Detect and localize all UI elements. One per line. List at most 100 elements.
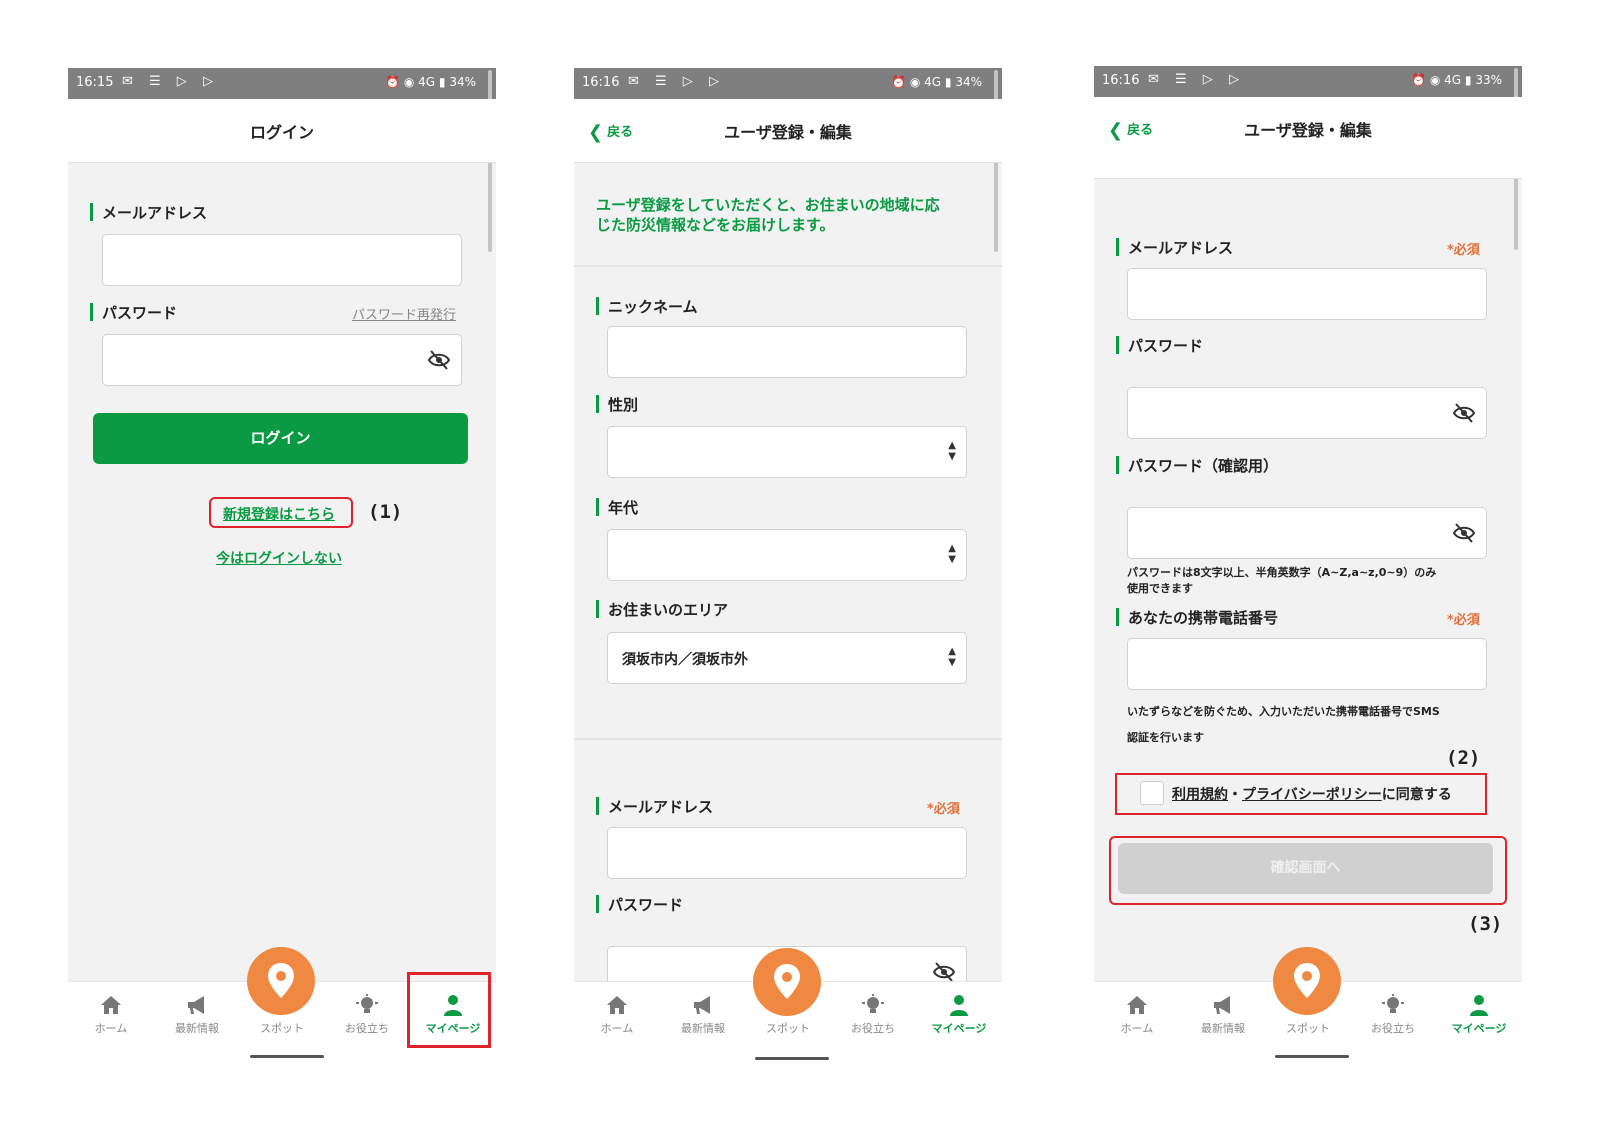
status-right: ⏰ ◉ 4G ▮ 33%	[1411, 73, 1502, 87]
status-bar: 16:16 ✉ ☰ ▷ ▷ ⏰ ◉ 4G ▮ 33%	[1094, 66, 1522, 97]
gender-select[interactable]: ▲ ▼	[607, 426, 967, 478]
note-line: 使用できます	[1127, 582, 1193, 595]
nickname-field[interactable]	[607, 326, 967, 378]
consent-text: 利用規約・プライバシーポリシーに同意する	[1172, 784, 1452, 804]
tab-home[interactable]: ホーム	[574, 982, 660, 1051]
annotation-2: (2)	[1446, 747, 1481, 769]
battery-level: 34%	[449, 75, 476, 89]
intro-line: じた防災情報などをお届けします。	[596, 216, 835, 234]
tab-mypage[interactable]: マイページ	[1436, 982, 1522, 1051]
system-icons: ⏰ ◉ 4G	[1411, 73, 1462, 87]
tab-label: お役立ち	[1371, 1022, 1415, 1035]
spot-button[interactable]	[1273, 947, 1341, 1015]
password-label: パスワード	[90, 302, 177, 323]
header: ❮ 戻る ユーザ登録・編集	[1094, 97, 1522, 179]
password-label: パスワード	[596, 894, 683, 915]
annotation-3: (3)	[1468, 913, 1503, 935]
tab-label: 最新情報	[1201, 1022, 1245, 1035]
tab-news[interactable]: 最新情報	[154, 982, 240, 1051]
register-link[interactable]: 新規登録はこちら	[223, 504, 335, 524]
age-select[interactable]: ▲ ▼	[607, 529, 967, 581]
page-title: ユーザ登録・編集	[1244, 121, 1372, 140]
email-field[interactable]	[102, 234, 462, 286]
email-field[interactable]	[1127, 268, 1487, 320]
annotation-1: (1)	[368, 501, 403, 523]
required-badge: *必須	[1447, 243, 1480, 258]
nickname-label: ニックネーム	[596, 296, 698, 317]
page-title: ユーザ登録・編集	[724, 123, 852, 142]
eye-slash-icon[interactable]	[427, 349, 451, 371]
status-right: ⏰ ◉ 4G ▮ 34%	[385, 75, 476, 89]
map-pin-icon	[1294, 963, 1320, 998]
tab-label: お役立ち	[345, 1022, 389, 1035]
password-reissue-link[interactable]: パスワード再発行	[352, 304, 456, 323]
phone-label: あなたの携帯電話番号	[1116, 607, 1278, 628]
area-select[interactable]: 須坂市内／須坂市外 ▲ ▼	[607, 632, 967, 684]
home-indicator	[755, 1057, 829, 1060]
tab-news[interactable]: 最新情報	[660, 982, 746, 1051]
confirm-button[interactable]: 確認画面へ	[1118, 843, 1493, 894]
required-badge: *必須	[1447, 613, 1480, 628]
phone-note: いたずらなどを防ぐため、入力いただいた携帯電話番号でSMS 認証を行います	[1127, 699, 1507, 751]
battery-level: 33%	[1475, 73, 1502, 87]
required-badge: *必須	[927, 802, 960, 817]
tab-label: スポット	[1286, 1022, 1330, 1035]
home-icon	[101, 996, 121, 1014]
password-label: パスワード	[1116, 335, 1203, 356]
password-field[interactable]	[1127, 387, 1487, 439]
phone-field[interactable]	[1127, 638, 1487, 690]
age-label: 年代	[596, 497, 638, 518]
notification-icons: ✉ ☰ ▷ ▷	[628, 74, 725, 89]
gender-label: 性別	[596, 394, 638, 415]
tab-label: マイページ	[1451, 1022, 1507, 1035]
registration-screen-bottom: 16:16 ✉ ☰ ▷ ▷ ⏰ ◉ 4G ▮ 33% ❮ 戻る ユーザ登録・編集 …	[1094, 66, 1522, 1051]
tab-useful[interactable]: お役立ち	[830, 982, 916, 1051]
terms-link[interactable]: 利用規約	[1172, 787, 1228, 803]
login-screen: 16:15 ✉ ☰ ▷ ▷ ⏰ ◉ 4G ▮ 34% ログイン メールアドレス …	[68, 68, 496, 1051]
megaphone-icon	[188, 996, 204, 1014]
header: ❮ 戻る ユーザ登録・編集	[574, 99, 1002, 163]
privacy-policy-link[interactable]: プライバシーポリシー	[1242, 787, 1382, 803]
tab-useful[interactable]: お役立ち	[324, 982, 410, 1051]
home-indicator	[250, 1055, 324, 1058]
login-button[interactable]: ログイン	[93, 413, 468, 464]
separator: ・	[1228, 787, 1242, 803]
registration-screen-top: 16:16 ✉ ☰ ▷ ▷ ⏰ ◉ 4G ▮ 34% ❮ 戻る ユーザ登録・編集 …	[574, 68, 1002, 1051]
spot-button[interactable]	[753, 948, 821, 1016]
email-label: メールアドレス	[90, 202, 207, 223]
spot-button[interactable]	[247, 947, 315, 1015]
password-field[interactable]	[102, 334, 462, 386]
tab-home[interactable]: ホーム	[1094, 982, 1180, 1051]
password-confirm-label: パスワード（確認用）	[1116, 455, 1278, 476]
email-field[interactable]	[607, 827, 967, 879]
tab-label: スポット	[260, 1022, 304, 1035]
tab-useful[interactable]: お役立ち	[1350, 982, 1436, 1051]
tab-label: 最新情報	[175, 1022, 219, 1035]
lightbulb-icon	[862, 994, 884, 1013]
tab-mypage[interactable]: マイページ	[916, 982, 1002, 1051]
eye-slash-icon[interactable]	[1452, 402, 1476, 424]
password-note: パスワードは8文字以上、半角英数字（A~Z,a~z,0~9）のみ 使用できます	[1127, 565, 1507, 597]
tab-news[interactable]: 最新情報	[1180, 982, 1266, 1051]
notification-icons: ✉ ☰ ▷ ▷	[122, 74, 219, 89]
lightbulb-icon	[1382, 994, 1404, 1013]
megaphone-icon	[694, 996, 710, 1014]
eye-slash-icon[interactable]	[932, 961, 956, 983]
map-pin-icon	[774, 964, 800, 999]
user-icon	[950, 995, 968, 1016]
tab-label: ホーム	[94, 1022, 128, 1035]
header: ログイン	[68, 99, 496, 163]
skip-login-link[interactable]: 今はログインしない	[216, 548, 342, 568]
select-arrows-icon: ▲ ▼	[948, 646, 956, 668]
password-confirm-field[interactable]	[1127, 507, 1487, 559]
home-icon	[1127, 996, 1147, 1014]
eye-slash-icon[interactable]	[1452, 522, 1476, 544]
map-pin-icon	[268, 963, 294, 998]
status-time: 16:16	[582, 75, 620, 90]
email-label: メールアドレス	[596, 796, 713, 817]
tab-label: ホーム	[1120, 1022, 1154, 1035]
tab-home[interactable]: ホーム	[68, 982, 154, 1051]
consent-checkbox[interactable]	[1140, 781, 1164, 805]
tab-label: スポット	[766, 1022, 810, 1035]
tab-label: お役立ち	[851, 1022, 895, 1035]
